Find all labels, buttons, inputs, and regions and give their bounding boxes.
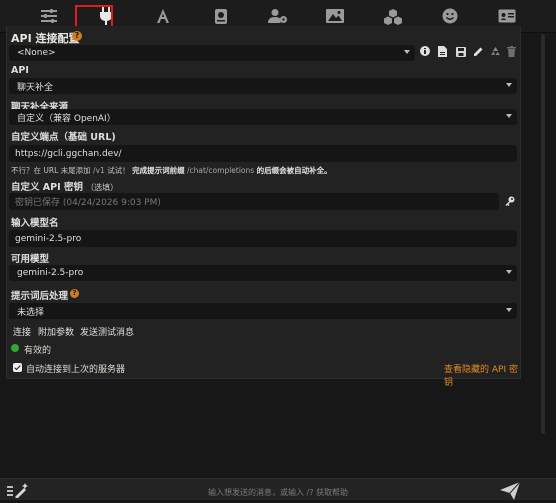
- chevron-down-icon: [506, 83, 512, 87]
- chevron-down-icon: [506, 270, 512, 274]
- api-select-value: 聊天补全: [17, 82, 54, 93]
- book-icon[interactable]: [210, 5, 232, 27]
- chat-input-bar: 输入想发送的消息，或输入 /? 获取帮助: [0, 478, 556, 500]
- hint-middle: 试试！: [107, 166, 130, 175]
- file-icon[interactable]: [438, 46, 447, 60]
- chevron-down-icon: [404, 50, 410, 54]
- connect-button[interactable]: 连接: [13, 325, 31, 338]
- api-label: API: [11, 65, 29, 76]
- available-models-label: 可用模型: [11, 254, 50, 265]
- recycle-icon[interactable]: [490, 46, 501, 60]
- scrollbar[interactable]: [541, 34, 545, 434]
- chat-input[interactable]: 输入想发送的消息，或输入 /? 获取帮助: [0, 487, 556, 498]
- hint-code-chat: /chat/completions: [186, 166, 255, 175]
- endpoint-label: 自定义端点（基础 URL): [11, 132, 116, 143]
- chevron-down-icon: [506, 114, 512, 118]
- hint-prefix: 不行？在 URL 末尾添加: [11, 166, 91, 175]
- endpoint-value: https://gcli.ggchan.dev/: [15, 148, 122, 159]
- key-icon[interactable]: [505, 196, 515, 209]
- hint-code-v1: /v1: [93, 166, 105, 175]
- api-key-input[interactable]: 密钥已保存 (04/24/2026 9:03 PM): [9, 193, 499, 210]
- endpoint-input[interactable]: https://gcli.ggchan.dev/: [9, 145, 517, 162]
- model-name-input[interactable]: gemini-2.5-pro: [9, 230, 517, 247]
- send-test-button[interactable]: 发送测试消息: [80, 325, 134, 338]
- user-gear-icon[interactable]: [267, 5, 289, 27]
- extra-params-button[interactable]: 附加参数: [38, 325, 74, 338]
- trash-icon[interactable]: [507, 46, 516, 60]
- endpoint-hint: 不行？在 URL 末尾添加 /v1 试试！ 完成提示词前缀 /chat/comp…: [11, 165, 332, 176]
- api-select[interactable]: 聊天补全: [9, 78, 517, 94]
- info-icon[interactable]: [420, 46, 430, 56]
- model-name-value: gemini-2.5-pro: [15, 233, 82, 244]
- model-name-label: 输入模型名: [11, 218, 59, 229]
- pencil-icon[interactable]: [473, 46, 484, 60]
- connection-profile-value: <None>: [17, 48, 56, 58]
- help-icon[interactable]: ?: [70, 289, 79, 298]
- available-models-select[interactable]: gemini-2.5-pro: [9, 265, 517, 281]
- font-a-icon[interactable]: [152, 5, 174, 27]
- api-key-optional: （选填）: [86, 183, 119, 192]
- postprocess-value: 未选择: [17, 307, 45, 318]
- hint-bold: 完成提示词前缀: [132, 166, 185, 175]
- api-key-label-row: 自定义 API 密钥 （选填）: [11, 179, 118, 193]
- source-select-value: 自定义（兼容 OpenAI）: [17, 113, 116, 124]
- hint-suffix: 的后缀会被自动补全。: [256, 166, 332, 175]
- postprocess-label: 提示词后处理: [11, 291, 69, 302]
- panel-title: API 连接配置: [11, 32, 80, 45]
- connection-profile-select[interactable]: <None>: [9, 45, 415, 61]
- save-icon[interactable]: [456, 47, 466, 60]
- id-card-icon[interactable]: [496, 5, 518, 27]
- api-key-label: 自定义 API 密钥: [11, 182, 83, 193]
- cubes-icon[interactable]: [382, 5, 404, 27]
- status-dot: [11, 344, 19, 352]
- help-icon[interactable]: ?: [72, 31, 82, 41]
- postprocess-select[interactable]: 未选择: [9, 303, 517, 319]
- api-key-placeholder: 密钥已保存 (04/24/2026 9:03 PM): [15, 198, 161, 208]
- sliders-icon[interactable]: [38, 5, 60, 27]
- source-select[interactable]: 自定义（兼容 OpenAI）: [9, 109, 517, 125]
- chevron-down-icon: [506, 308, 512, 312]
- status-text: 有效的: [24, 346, 52, 356]
- hidden-keys-link[interactable]: 查看隐藏的 API 密钥: [444, 362, 520, 388]
- image-icon[interactable]: [324, 5, 346, 27]
- auto-connect-checkbox[interactable]: [13, 363, 22, 372]
- auto-connect-label: 自动连接到上次的服务器: [26, 365, 126, 375]
- available-models-value: gemini-2.5-pro: [17, 268, 84, 278]
- api-connections-panel: API 连接配置 ? <None> API 聊天补全 聊天补全来源 自定义（兼容…: [6, 26, 521, 388]
- smiley-icon[interactable]: [439, 5, 461, 27]
